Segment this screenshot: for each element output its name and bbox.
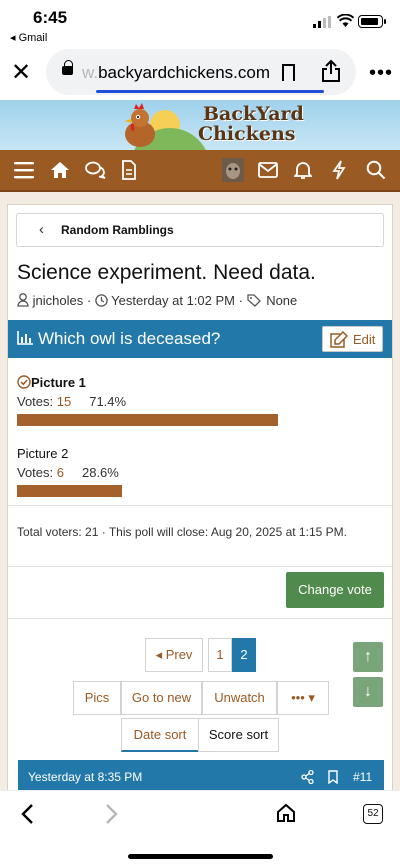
vote-percent: 71.4% bbox=[89, 394, 127, 409]
unwatch-button[interactable]: Unwatch bbox=[202, 681, 277, 715]
back-arrow-icon[interactable] bbox=[20, 803, 34, 825]
clock-icon bbox=[95, 294, 108, 307]
thread-author[interactable]: jnicholes bbox=[33, 293, 84, 308]
scroll-up-icon[interactable]: ↑ bbox=[353, 642, 383, 672]
poll-option: Picture 1 Votes: 15 71.4% bbox=[17, 375, 278, 426]
page-2-current[interactable]: 2 bbox=[232, 638, 256, 672]
battery-icon bbox=[358, 15, 386, 28]
bookmark-icon[interactable] bbox=[282, 64, 295, 81]
address-bar[interactable]: w.backyardchickens.com bbox=[46, 49, 356, 95]
more-options-button[interactable]: ••• ▾ bbox=[277, 681, 329, 715]
lightning-icon[interactable] bbox=[332, 160, 346, 180]
bookmark-icon[interactable] bbox=[328, 770, 338, 784]
url-text: w.backyardchickens.com bbox=[82, 63, 271, 82]
signal-icon bbox=[313, 16, 331, 28]
site-banner[interactable]: BackYard Chickens bbox=[0, 100, 400, 150]
poll-option-name: Picture 1 bbox=[17, 375, 278, 390]
status-time: 6:45 bbox=[33, 8, 68, 27]
bar-chart-icon bbox=[17, 331, 33, 345]
post-header: Yesterday at 8:35 PM #11 bbox=[18, 760, 384, 790]
go-to-new-button[interactable]: Go to new bbox=[121, 681, 202, 715]
browser-toolbar: 52 bbox=[0, 790, 400, 866]
bell-icon[interactable] bbox=[294, 160, 312, 180]
poll-question: Which owl is deceased? bbox=[38, 329, 221, 348]
tab-switcher-button[interactable]: 52 bbox=[363, 804, 383, 824]
vote-percent: 28.6% bbox=[81, 465, 119, 480]
poll-option-votes: Votes: 15 71.4% bbox=[17, 394, 127, 409]
share-icon[interactable] bbox=[321, 59, 341, 83]
edit-poll-button[interactable]: Edit bbox=[322, 326, 383, 352]
vote-bar bbox=[17, 414, 278, 426]
date-sort-tab[interactable]: Date sort bbox=[121, 718, 199, 752]
divider bbox=[8, 505, 392, 506]
site-logo-text: BackYard Chickens bbox=[198, 103, 304, 145]
poll-option: Picture 2 Votes: 6 28.6% bbox=[17, 446, 122, 497]
chevron-left-icon: ‹ bbox=[39, 221, 44, 238]
divider bbox=[8, 566, 392, 567]
edit-icon bbox=[330, 331, 348, 348]
thread-time[interactable]: Yesterday at 1:02 PM bbox=[111, 293, 235, 308]
check-circle-icon bbox=[17, 375, 31, 389]
scroll-down-icon[interactable]: ↓ bbox=[353, 677, 383, 707]
thread-card: ‹ Random Ramblings Science experiment. N… bbox=[7, 204, 393, 790]
page-1-link[interactable]: 1 bbox=[208, 638, 232, 672]
poll-option-votes: Votes: 6 28.6% bbox=[17, 465, 119, 480]
thread-meta: jnicholes · Yesterday at 1:02 PM · None bbox=[17, 293, 297, 308]
home-indicator bbox=[128, 854, 273, 859]
page-load-progress bbox=[96, 90, 324, 93]
lock-icon bbox=[62, 60, 73, 75]
user-avatar[interactable] bbox=[222, 158, 244, 182]
browser-bar: ✕ w.backyardchickens.com ••• bbox=[0, 46, 400, 100]
search-icon[interactable] bbox=[366, 160, 386, 180]
tags-icon bbox=[246, 294, 261, 307]
poll-total-voters: Total voters: 21 · This poll will close:… bbox=[17, 525, 347, 539]
pics-button[interactable]: Pics bbox=[73, 681, 121, 715]
home-icon[interactable] bbox=[50, 161, 70, 179]
thread-tags: None bbox=[266, 293, 298, 308]
forward-arrow-icon[interactable] bbox=[105, 803, 119, 825]
more-menu-icon[interactable]: ••• bbox=[369, 62, 393, 85]
wifi-icon bbox=[337, 14, 354, 27]
articles-icon[interactable] bbox=[122, 160, 136, 180]
home-icon[interactable] bbox=[276, 803, 296, 823]
post-time[interactable]: Yesterday at 8:35 PM bbox=[28, 770, 142, 784]
score-sort-tab[interactable]: Score sort bbox=[198, 718, 279, 752]
site-nav-bar bbox=[0, 150, 400, 192]
chicken-logo-icon bbox=[125, 103, 155, 147]
forums-icon[interactable] bbox=[85, 161, 107, 179]
vote-bar bbox=[17, 485, 122, 497]
breadcrumb[interactable]: ‹ Random Ramblings bbox=[16, 213, 384, 247]
divider bbox=[8, 618, 392, 619]
page-content: ‹ Random Ramblings Science experiment. N… bbox=[0, 192, 400, 790]
hamburger-menu-icon[interactable] bbox=[14, 161, 34, 179]
thread-title: Science experiment. Need data. bbox=[17, 261, 316, 284]
vote-count[interactable]: 6 bbox=[57, 465, 64, 480]
status-bar: 6:45 ◂ Gmail bbox=[0, 0, 400, 46]
user-icon bbox=[17, 293, 29, 307]
prev-page-button[interactable]: ◂ Prev bbox=[145, 638, 203, 672]
poll-option-name: Picture 2 bbox=[17, 446, 69, 461]
breadcrumb-label: Random Ramblings bbox=[61, 223, 174, 237]
share-icon[interactable] bbox=[301, 770, 314, 784]
vote-count[interactable]: 15 bbox=[57, 394, 71, 409]
close-icon[interactable]: ✕ bbox=[11, 61, 31, 85]
post-number[interactable]: #11 bbox=[353, 770, 372, 784]
inbox-icon[interactable] bbox=[258, 162, 278, 178]
back-to-app-link[interactable]: ◂ Gmail bbox=[10, 31, 47, 44]
change-vote-button[interactable]: Change vote bbox=[286, 572, 384, 608]
